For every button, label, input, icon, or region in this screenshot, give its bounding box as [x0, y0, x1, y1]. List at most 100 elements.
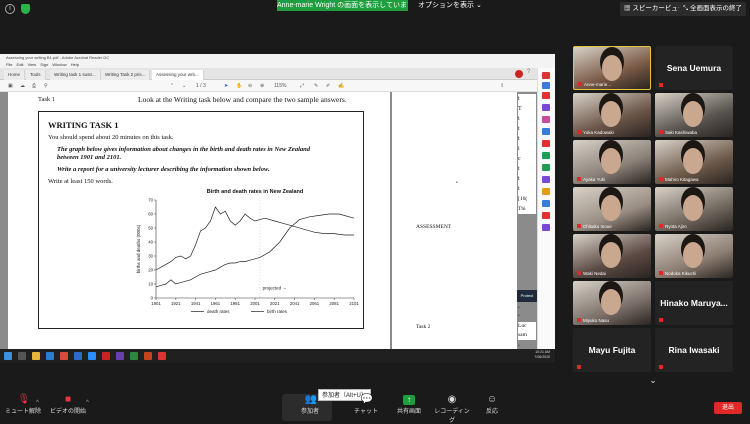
teams-icon[interactable] [116, 352, 124, 360]
hand-tool-icon[interactable]: ✋ [236, 80, 242, 92]
chart-series-death-rates [155, 213, 355, 288]
pdf-toolbar: ▣ ☁ ⎙ ⚲ ⌃ ⌄ 1 / 3 ➤ ✋ ⊖ ⊕ 115% ⤢ ✎ ✐ ✍ ⇪ [0, 80, 555, 92]
participant-video-tile[interactable]: Waki Nedai [573, 234, 651, 278]
participant-name-tile[interactable]: Sena Uemura [655, 46, 733, 90]
chart-y-tick-label: 70 [148, 198, 153, 203]
account-icon[interactable] [515, 70, 523, 78]
protect-panel-button[interactable]: Protect [517, 290, 537, 302]
info-icon[interactable]: i [5, 4, 15, 14]
record-button[interactable]: ◉ レコーディング [432, 393, 472, 424]
fill-sign-icon[interactable] [542, 152, 550, 159]
video-off-icon: ■ [64, 394, 72, 405]
participant-video-tile[interactable]: Saki Kashiwaba [655, 93, 733, 137]
chart-series-birth-rates [155, 206, 354, 271]
save-icon[interactable]: ▣ [8, 80, 13, 92]
participant-video-tile[interactable]: Anne-marie... [573, 46, 651, 90]
mute-options-caret-icon[interactable]: ^ [36, 400, 39, 406]
cloud-icon[interactable]: ☁ [20, 80, 25, 92]
file-explorer-icon[interactable] [32, 352, 40, 360]
highlight-icon[interactable]: ✐ [326, 80, 330, 92]
chart-x-tick-label: 1981 [230, 301, 240, 306]
comment-tool-icon[interactable] [542, 116, 550, 123]
tab-home[interactable]: Home [4, 70, 26, 80]
fit-page-icon[interactable]: ⤢ [300, 80, 304, 92]
comment-icon[interactable]: ✎ [314, 80, 318, 92]
word-icon[interactable] [74, 352, 82, 360]
mute-button[interactable]: 🎙 ミュート解除 [3, 393, 43, 420]
pdf-page-right: ASSESSMENT • Task 2 [392, 92, 517, 349]
start-icon[interactable] [4, 352, 12, 360]
tab-doc-2[interactable]: Writing Task 2 pris... [101, 70, 151, 80]
stamp-icon[interactable] [542, 188, 550, 195]
search-icon[interactable]: ⚲ [44, 80, 48, 92]
organize-icon[interactable] [542, 140, 550, 147]
share-screen-button[interactable]: ↑ 共有画面 [389, 393, 429, 420]
video-options-caret-icon[interactable]: ^ [86, 400, 89, 406]
edit-pdf-icon[interactable] [542, 104, 550, 111]
zoom-app-icon[interactable] [88, 352, 96, 360]
chart-x-tick-label: 1961 [211, 301, 221, 306]
gallery-down-chevron-icon[interactable]: ⌄ [646, 375, 660, 385]
zoom-in-icon[interactable]: ⊕ [260, 80, 264, 92]
bullet: • [518, 306, 520, 311]
chat-button[interactable]: 💬 チャット [346, 393, 386, 420]
start-video-button[interactable]: ■ ビデオの開始 [48, 393, 88, 420]
participant-video-tile[interactable]: Yuka Kadowaki [573, 93, 651, 137]
participant-video-tile[interactable]: Nodoka Kikuchi [655, 234, 733, 278]
participant-name-tile[interactable]: Mayu Fujita [573, 328, 651, 372]
page-indicator[interactable]: 1 / 3 [196, 80, 206, 92]
combine-icon[interactable] [542, 128, 550, 135]
create-pdf-icon[interactable] [542, 92, 550, 99]
reactions-button[interactable]: ☺ 反応 [472, 393, 512, 420]
shared-screen: Assessing your writing B1.pdf - Adobe Ac… [0, 54, 555, 363]
participant-video-tile[interactable]: Mahiro Kitagawa [655, 140, 733, 184]
participant-video-tile[interactable]: Ayaka Yuki [573, 140, 651, 184]
edge-letter: t [518, 116, 520, 122]
participant-name-tile[interactable]: Rina Iwasaki [655, 328, 733, 372]
shield-icon[interactable] [21, 4, 30, 14]
tab-doc-1[interactable]: Writing task 1 sustr... [50, 70, 101, 80]
view-options-dropdown[interactable]: オプションを表示 ⌄ [418, 0, 482, 11]
acrobat-icon[interactable] [102, 352, 110, 360]
mic-muted-icon [577, 224, 581, 228]
edge-letter: t [518, 96, 520, 102]
participant-face [601, 195, 621, 221]
zoom-level[interactable]: 115% [274, 80, 286, 92]
share-doc-icon[interactable]: ⇪ [500, 80, 504, 92]
export-pdf-icon[interactable] [542, 72, 550, 79]
zoom-out-icon[interactable]: ⊖ [248, 80, 252, 92]
tab-doc-3-active[interactable]: Assessing your writ... [152, 70, 204, 80]
participant-video-tile[interactable]: Miyuko Nasu [573, 281, 651, 325]
chart-y-tick-label: 0 [151, 296, 154, 301]
participant-video-tile[interactable]: Chisaku Inoue [573, 187, 651, 231]
screen-share-banner: Anne-marie Wright の画面を表示しています [277, 0, 408, 11]
pdf-app-icon[interactable] [158, 352, 166, 360]
chart-y-axis-label: births and deaths (000s) [136, 224, 141, 273]
send-icon[interactable] [542, 164, 550, 171]
help-icon[interactable]: ? [527, 69, 530, 75]
tab-tools[interactable]: Tools [26, 70, 46, 80]
right-snippet-4: sam [518, 332, 527, 338]
participant-name-tile[interactable]: Hinako Maruya... [655, 281, 733, 325]
sign-icon[interactable]: ✍ [338, 80, 344, 92]
protect-icon[interactable] [542, 176, 550, 183]
print-icon[interactable]: ⎙ [32, 80, 36, 92]
zoom-tool-icon[interactable] [542, 82, 550, 89]
chart-y-tick-label: 60 [148, 212, 153, 217]
more-tools-icon[interactable] [542, 224, 550, 231]
participant-video-tile[interactable]: Ryota Ajiro [655, 187, 733, 231]
pdf-menu-bar[interactable]: File Edit View Sign Window Help [0, 61, 555, 68]
page-up-icon[interactable]: ⌃ [170, 80, 174, 92]
select-cursor-icon[interactable]: ➤ [224, 80, 228, 92]
powerpoint-icon[interactable] [144, 352, 152, 360]
measure-icon[interactable] [542, 200, 550, 207]
redact-icon[interactable] [542, 212, 550, 219]
page-down-icon[interactable]: ⌄ [182, 80, 186, 92]
leave-meeting-button[interactable]: 退出 [714, 402, 742, 414]
mic-muted-icon [659, 271, 663, 275]
excel-icon[interactable] [130, 352, 138, 360]
search-taskbar-icon[interactable] [18, 352, 26, 360]
chrome-icon[interactable] [60, 352, 68, 360]
exit-fullscreen-button[interactable]: ⤡ 全画面表示の終了 [679, 2, 747, 16]
edge-icon[interactable] [46, 352, 54, 360]
